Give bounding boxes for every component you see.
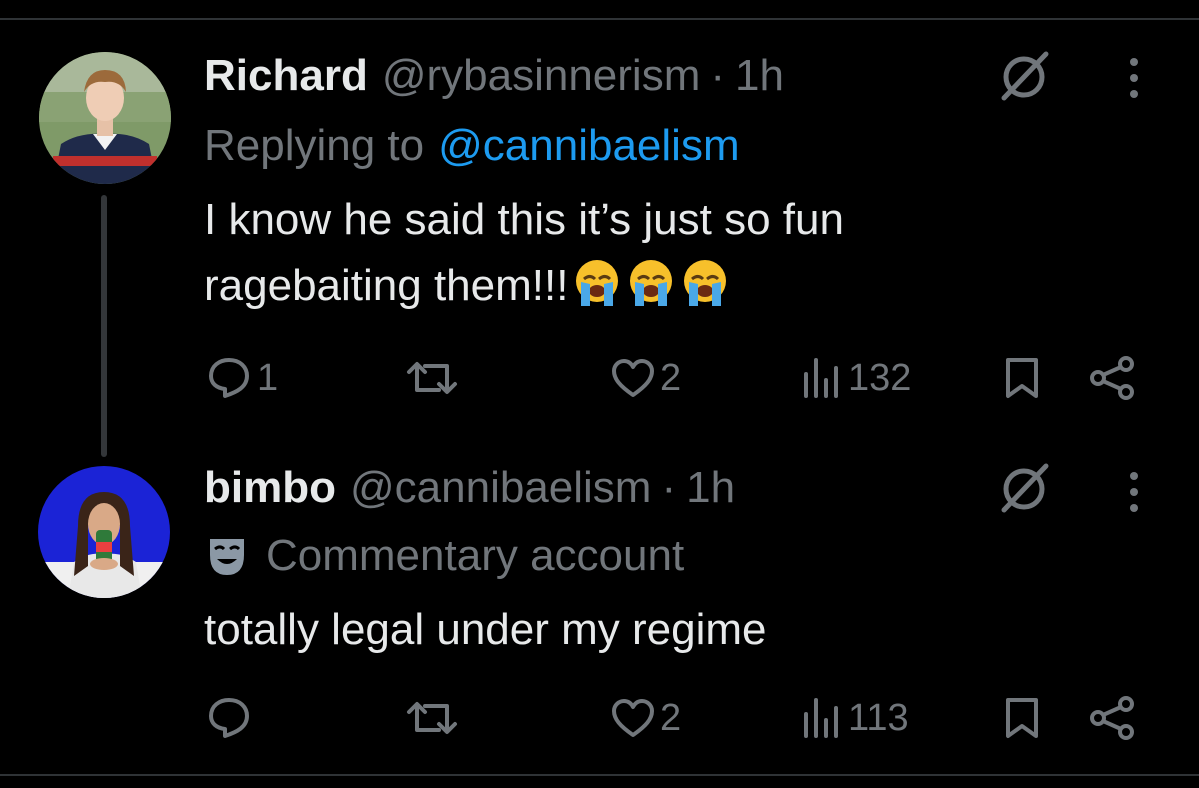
author-handle[interactable]: @cannibaelism — [350, 462, 651, 514]
like-count: 2 — [660, 696, 682, 739]
reply-icon — [209, 358, 249, 398]
theater-mask-icon — [210, 539, 244, 575]
author-name[interactable]: bimbo — [204, 462, 336, 514]
tweet-1-header: Richard @rybasinnerism · 1h — [204, 50, 784, 102]
replying-prefix: Replying to — [204, 121, 425, 170]
reply-icon — [209, 698, 249, 738]
bookmark-button[interactable] — [1002, 696, 1042, 740]
heart-icon — [612, 699, 654, 737]
tweet-1-text-line-1: I know he said this it’s just so fun — [204, 195, 844, 244]
share-icon — [1090, 356, 1134, 400]
grok-icon[interactable] — [996, 460, 1052, 516]
more-options-icon[interactable] — [1124, 466, 1144, 518]
share-icon — [1090, 696, 1134, 740]
tweet-1-text-line-2-text: ragebaiting them!!! — [204, 261, 569, 310]
view-count: 132 — [848, 356, 912, 399]
retweet-button[interactable] — [405, 356, 463, 400]
views-button[interactable]: 113 — [800, 696, 909, 740]
like-button[interactable]: 2 — [610, 356, 681, 400]
view-count: 113 — [848, 696, 909, 739]
separator-dot: · — [710, 51, 726, 100]
tweet-2-header: bimbo @cannibaelism · 1h — [204, 462, 735, 514]
share-button[interactable] — [1088, 696, 1138, 740]
top-divider — [0, 18, 1199, 20]
bookmark-button[interactable] — [1002, 356, 1042, 400]
grok-icon[interactable] — [996, 48, 1052, 104]
tweet-2-text-line-1: totally legal under my regime — [204, 605, 767, 654]
tweet-1-text-line-2: ragebaiting them!!! — [204, 254, 730, 318]
views-button[interactable]: 132 — [800, 356, 911, 400]
bookmark-icon — [1006, 698, 1038, 738]
timestamp[interactable]: 1h — [686, 462, 735, 514]
thread-connector-line — [101, 195, 107, 457]
reply-count: 1 — [257, 356, 279, 399]
timestamp[interactable]: 1h — [735, 50, 784, 102]
bottom-divider — [0, 774, 1199, 776]
reply-button[interactable]: 1 — [205, 356, 278, 400]
replying-to-line: Replying to @cannibaelism — [204, 120, 740, 172]
views-bar-chart-icon — [804, 698, 838, 738]
bookmark-icon — [1006, 358, 1038, 398]
share-button[interactable] — [1088, 356, 1138, 400]
replying-mention-link[interactable]: @cannibaelism — [438, 120, 739, 172]
separator-dot: · — [661, 463, 677, 512]
reply-button[interactable] — [205, 696, 257, 740]
loudly-crying-face-icon — [576, 260, 619, 306]
loudly-crying-face-icon — [630, 260, 673, 306]
heart-icon — [612, 359, 654, 397]
loudly-crying-face-icon — [684, 260, 727, 306]
like-button[interactable]: 2 — [610, 696, 681, 740]
avatar-bimbo[interactable] — [38, 466, 170, 598]
like-count: 2 — [660, 356, 682, 399]
author-name[interactable]: Richard — [204, 50, 368, 102]
retweet-icon — [407, 702, 457, 734]
retweet-icon — [407, 362, 457, 394]
views-bar-chart-icon — [804, 358, 838, 398]
account-label-text: Commentary account — [266, 531, 685, 580]
retweet-button[interactable] — [405, 696, 463, 740]
more-options-icon[interactable] — [1124, 52, 1144, 104]
account-label-line: Commentary account — [204, 530, 684, 582]
author-handle[interactable]: @rybasinnerism — [382, 50, 701, 102]
avatar-richard[interactable] — [39, 52, 171, 184]
